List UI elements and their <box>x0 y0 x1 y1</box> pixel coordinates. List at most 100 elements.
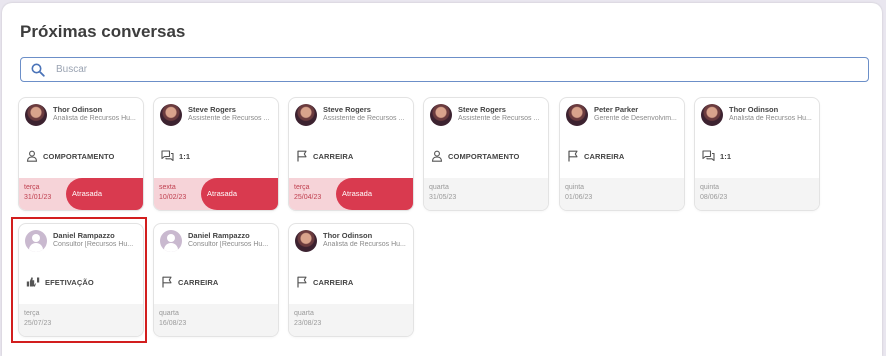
conversation-type-label: COMPORTAMENTO <box>43 151 115 161</box>
person-name: Peter Parker <box>594 105 639 114</box>
card-footer: quarta 23/08/23 <box>289 304 413 336</box>
person-role: Assistente de Recursos ... <box>323 115 405 122</box>
conversation-type: 1:1 <box>161 149 190 163</box>
weekday: quarta <box>294 310 314 317</box>
conversation-card[interactable]: Thor Odinson Analista de Recursos Hu... CO… <box>18 97 144 211</box>
flag-icon <box>161 276 173 288</box>
weekday: terça <box>294 184 310 191</box>
avatar <box>25 104 47 126</box>
card-footer: quinta 01/06/23 <box>560 178 684 210</box>
avatar <box>430 104 452 126</box>
status-badge: Atrasada <box>336 178 413 210</box>
weekday: quarta <box>429 184 449 191</box>
person-icon <box>26 150 38 162</box>
weekday: terça <box>24 310 40 317</box>
status-badge-label: Atrasada <box>72 189 103 198</box>
weekday: quarta <box>159 310 179 317</box>
person-name: Daniel Rampazzo <box>53 231 115 240</box>
date: 01/06/23 <box>565 194 593 201</box>
card-footer: quinta 08/06/23 <box>695 178 819 210</box>
avatar <box>295 104 317 126</box>
person-role: Gerente de Desenvolvim... <box>594 115 677 122</box>
conversation-type-label: EFETIVAÇÃO <box>45 277 94 287</box>
card-footer: quarta 16/08/23 <box>154 304 278 336</box>
conversation-card[interactable]: Thor Odinson Analista de Recursos Hu... 1:… <box>694 97 820 211</box>
person-role: Consultor [Recursos Hu... <box>188 241 269 248</box>
conversation-type: 1:1 <box>702 149 731 163</box>
avatar <box>160 104 182 126</box>
person-name: Thor Odinson <box>323 231 373 240</box>
conversation-type-label: CARREIRA <box>313 277 354 287</box>
search-input[interactable] <box>54 63 838 76</box>
card-footer: terça 25/04/23 Atrasada <box>289 178 413 210</box>
person-role: Analista de Recursos Hu... <box>323 241 406 248</box>
avatar <box>566 104 588 126</box>
conversation-type-label: 1:1 <box>179 151 191 161</box>
avatar <box>25 230 47 252</box>
person-icon <box>431 150 443 162</box>
date: 16/08/23 <box>159 320 187 327</box>
conversation-type: CARREIRA <box>161 275 218 289</box>
chat-icon <box>161 150 174 162</box>
status-badge-label: Atrasada <box>342 189 373 198</box>
flag-icon <box>296 150 308 162</box>
date: 25/07/23 <box>24 320 52 327</box>
search-icon <box>31 63 45 77</box>
date: 31/05/23 <box>429 194 457 201</box>
person-role: Consultor [Recursos Hu... <box>53 241 134 248</box>
weekday: quinta <box>565 184 585 191</box>
weekday: sexta <box>159 184 176 191</box>
avatar <box>701 104 723 126</box>
date: 10/02/23 <box>159 194 187 201</box>
card-footer: quarta 31/05/23 <box>424 178 548 210</box>
date: 23/08/23 <box>294 320 322 327</box>
status-badge: Atrasada <box>201 178 278 210</box>
conversation-type: EFETIVAÇÃO <box>26 275 94 289</box>
avatar <box>295 230 317 252</box>
conversation-type-label: CARREIRA <box>313 151 354 161</box>
person-role: Assistente de Recursos ... <box>188 115 270 122</box>
conversation-type: CARREIRA <box>296 275 353 289</box>
person-role: Assistente de Recursos ... <box>458 115 540 122</box>
avatar <box>160 230 182 252</box>
flag-icon <box>296 276 308 288</box>
card-footer: sexta 10/02/23 Atrasada <box>154 178 278 210</box>
flag-icon <box>567 150 579 162</box>
page-title: Próximas conversas <box>20 22 186 41</box>
date: 25/04/23 <box>294 194 322 201</box>
person-name: Steve Rogers <box>458 105 506 114</box>
card-footer: terça 25/07/23 <box>19 304 143 336</box>
conversation-type-label: COMPORTAMENTO <box>448 151 520 161</box>
conversation-card[interactable]: Steve Rogers Assistente de Recursos ... CA… <box>288 97 414 211</box>
conversation-type: CARREIRA <box>567 149 624 163</box>
conversation-type: CARREIRA <box>296 149 353 163</box>
conversation-card[interactable]: Daniel Rampazzo Consultor [Recursos Hu...… <box>153 223 279 337</box>
person-name: Steve Rogers <box>188 105 236 114</box>
conversation-card[interactable]: Steve Rogers Assistente de Recursos ... 1:… <box>153 97 279 211</box>
search-box[interactable] <box>20 57 869 82</box>
date: 31/01/23 <box>24 194 52 201</box>
conversation-type-label: CARREIRA <box>178 277 219 287</box>
conversation-card[interactable]: Thor Odinson Analista de Recursos Hu... CA… <box>288 223 414 337</box>
date: 08/06/23 <box>700 194 728 201</box>
conversation-type-label: CARREIRA <box>584 151 625 161</box>
status-badge-label: Atrasada <box>207 189 238 198</box>
weekday: quinta <box>700 184 720 191</box>
conversation-type: COMPORTAMENTO <box>26 149 114 163</box>
thumbs-icon <box>26 276 40 288</box>
weekday: terça <box>24 184 40 191</box>
conversation-card[interactable]: Steve Rogers Assistente de Recursos ... CO… <box>423 97 549 211</box>
person-name: Steve Rogers <box>323 105 371 114</box>
conversation-card[interactable]: Peter Parker Gerente de Desenvolvim... CAR… <box>559 97 685 211</box>
status-badge: Atrasada <box>66 178 143 210</box>
conversation-type: COMPORTAMENTO <box>431 149 519 163</box>
conversation-type-label: 1:1 <box>720 151 732 161</box>
chat-icon <box>702 150 715 162</box>
person-role: Analista de Recursos Hu... <box>53 115 136 122</box>
person-role: Analista de Recursos Hu... <box>729 115 812 122</box>
card-footer: terça 31/01/23 Atrasada <box>19 178 143 210</box>
person-name: Daniel Rampazzo <box>188 231 250 240</box>
person-name: Thor Odinson <box>729 105 779 114</box>
conversation-card[interactable]: Daniel Rampazzo Consultor [Recursos Hu...… <box>18 223 144 337</box>
person-name: Thor Odinson <box>53 105 103 114</box>
